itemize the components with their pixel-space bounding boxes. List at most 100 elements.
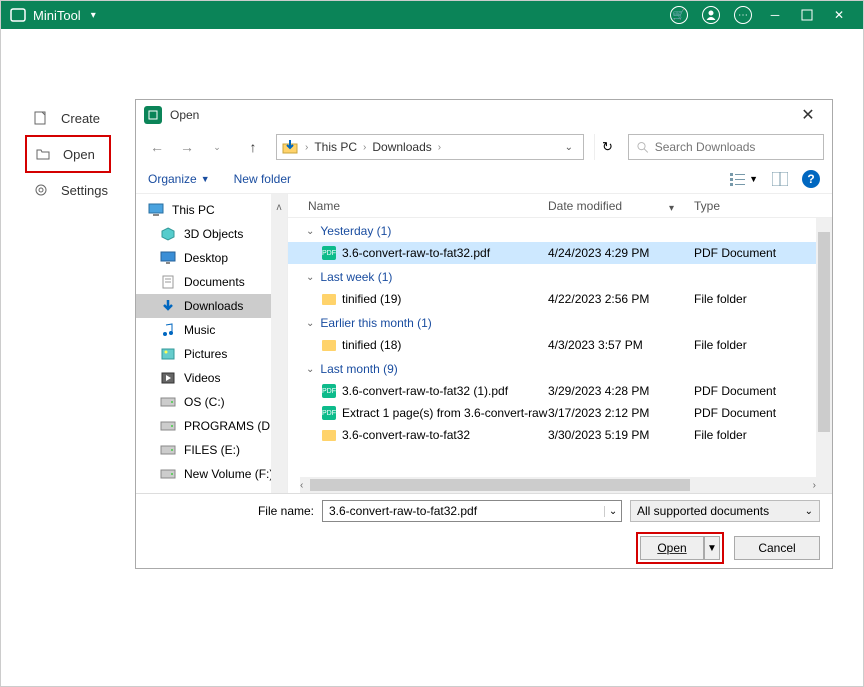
list-vertical-scrollbar[interactable] [816, 218, 832, 477]
nav-forward-button[interactable]: → [174, 134, 200, 160]
sidebar-item-settings[interactable]: Settings [1, 171, 131, 209]
drive-icon [160, 394, 176, 410]
filename-input-wrap[interactable]: ⌄ [322, 500, 622, 522]
column-headers[interactable]: Name Date modified Type [288, 194, 832, 218]
tree-item-label: Downloads [184, 299, 243, 313]
breadcrumb-this-pc[interactable]: This PC [310, 140, 361, 154]
breadcrumb-dropdown-icon[interactable]: ⌄ [559, 142, 579, 153]
nav-back-button[interactable]: ← [144, 134, 170, 160]
group-header[interactable]: ⌄Yesterday (1) [288, 218, 816, 242]
tree-item-label: Documents [184, 275, 245, 289]
help-icon[interactable]: ? [802, 170, 820, 188]
app-menu-dropdown-icon[interactable]: ▾ [91, 10, 96, 21]
app-window: MiniTool ▾ 🛒 ⋯ ─ ✕ Create Open Settings … [0, 0, 864, 687]
open-button[interactable]: Open [640, 536, 704, 560]
tree-item-label: 3D Objects [184, 227, 243, 241]
breadcrumb-address-bar[interactable]: › This PC › Downloads › ⌄ [276, 134, 584, 160]
close-app-button[interactable]: ✕ [823, 1, 855, 29]
col-date-modified[interactable]: Date modified [548, 199, 694, 213]
group-header[interactable]: ⌄ Last month (9) [288, 356, 816, 380]
tree-item-label: New Volume (F:) [184, 467, 273, 481]
tree-item-this-pc[interactable]: This PC [136, 198, 287, 222]
search-box[interactable] [628, 134, 824, 160]
file-type: PDF Document [694, 406, 816, 420]
open-button-dropdown[interactable]: ▼ [704, 536, 720, 560]
filename-dropdown-icon[interactable]: ⌄ [604, 506, 621, 517]
tree-scrollbar[interactable]: ʌ [271, 194, 287, 493]
new-folder-button[interactable]: New folder [234, 172, 291, 186]
settings-gear-icon [33, 182, 49, 198]
file-name: tinified (18) [342, 338, 401, 352]
3d-icon [160, 226, 176, 242]
list-horizontal-scrollbar[interactable]: ‹› [300, 477, 832, 493]
col-name[interactable]: Name [288, 199, 548, 213]
drive-icon [160, 418, 176, 434]
drive-icon [160, 466, 176, 482]
refresh-button[interactable]: ↻ [594, 134, 620, 160]
file-row[interactable]: tinified (19)4/22/2023 2:56 PMFile folde… [288, 288, 816, 310]
tree-item-label: Videos [184, 371, 220, 385]
tree-item-label: FILES (E:) [184, 443, 240, 457]
view-mode-button[interactable]: ▼ [730, 172, 758, 186]
tree-item-documents[interactable]: Documents [136, 270, 287, 294]
vid-icon [160, 370, 176, 386]
file-date: 4/22/2023 2:56 PM [548, 292, 694, 306]
app-titlebar: MiniTool ▾ 🛒 ⋯ ─ ✕ [1, 1, 863, 29]
group-header[interactable]: ⌄Last week (1) [288, 264, 816, 288]
group-header[interactable]: ⌄Earlier this month (1) [288, 310, 816, 334]
account-icon[interactable] [695, 1, 727, 29]
tree-item-files-e-[interactable]: FILES (E:) [136, 438, 287, 462]
file-date: 3/30/2023 5:19 PM [548, 428, 694, 442]
sidebar-item-open[interactable]: Open [25, 135, 111, 173]
minimize-button[interactable]: ─ [759, 1, 791, 29]
app-title: MiniTool [33, 8, 81, 23]
store-icon[interactable]: 🛒 [663, 1, 695, 29]
file-row[interactable]: PDF3.6-convert-raw-to-fat32.pdf4/24/2023… [288, 242, 816, 264]
organize-button[interactable]: Organize ▼ [148, 172, 210, 186]
file-type-filter[interactable]: All supported documents ⌄ [630, 500, 820, 522]
dialog-title: Open [170, 108, 199, 122]
tree-item-downloads[interactable]: Downloads [136, 294, 287, 318]
search-input[interactable] [655, 140, 815, 154]
folder-icon [322, 292, 336, 306]
tree-item-3d-objects[interactable]: 3D Objects [136, 222, 287, 246]
tree-item-desktop[interactable]: Desktop [136, 246, 287, 270]
tree-item-programs-d-[interactable]: PROGRAMS (D:) [136, 414, 287, 438]
tree-item-new-volume-f-[interactable]: New Volume (F:) [136, 462, 287, 486]
filename-input[interactable] [323, 504, 604, 518]
create-icon [33, 110, 49, 126]
folder-icon [322, 428, 336, 442]
sidebar-item-label: Open [63, 147, 95, 162]
file-row[interactable]: PDFExtract 1 page(s) from 3.6-convert-ra… [288, 402, 816, 424]
file-row[interactable]: PDF3.6-convert-raw-to-fat32 (1).pdf3/29/… [288, 380, 816, 402]
drive-icon [160, 442, 176, 458]
sidebar-item-create[interactable]: Create [1, 99, 131, 137]
chevron-down-icon: ⌄ [306, 272, 314, 283]
dialog-close-button[interactable]: ✕ [792, 105, 824, 125]
tree-item-os-c-[interactable]: OS (C:) [136, 390, 287, 414]
preview-pane-button[interactable] [772, 172, 788, 186]
tree-item-music[interactable]: Music [136, 318, 287, 342]
tree-item-pictures[interactable]: Pictures [136, 342, 287, 366]
col-type[interactable]: Type [694, 199, 832, 213]
maximize-button[interactable] [791, 1, 823, 29]
group-label: Last month (9) [320, 362, 397, 376]
navigation-tree-pane: This PC 3D Objects Desktop Documents Downloa… [136, 194, 288, 493]
chevron-right-icon: › [303, 142, 310, 153]
nav-up-button[interactable]: ↑ [240, 134, 266, 160]
cancel-button[interactable]: Cancel [734, 536, 820, 560]
nav-recent-dropdown[interactable]: ⌄ [204, 134, 230, 160]
open-button-highlight: Open ▼ [636, 532, 724, 564]
tree-item-videos[interactable]: Videos [136, 366, 287, 390]
breadcrumb-downloads[interactable]: Downloads [368, 140, 435, 154]
app-logo-icon [9, 6, 27, 24]
sidebar-item-label: Settings [61, 183, 108, 198]
tree-item-label: Pictures [184, 347, 227, 361]
file-name: Extract 1 page(s) from 3.6-convert-raw-t… [342, 406, 548, 420]
chat-icon[interactable]: ⋯ [727, 1, 759, 29]
chevron-down-icon: ⌄ [306, 364, 314, 375]
file-row[interactable]: 3.6-convert-raw-to-fat323/30/2023 5:19 P… [288, 424, 816, 446]
file-row[interactable]: tinified (18)4/3/2023 3:57 PMFile folder [288, 334, 816, 356]
desktop-icon [160, 250, 176, 266]
pdf-icon: PDF [322, 384, 336, 398]
